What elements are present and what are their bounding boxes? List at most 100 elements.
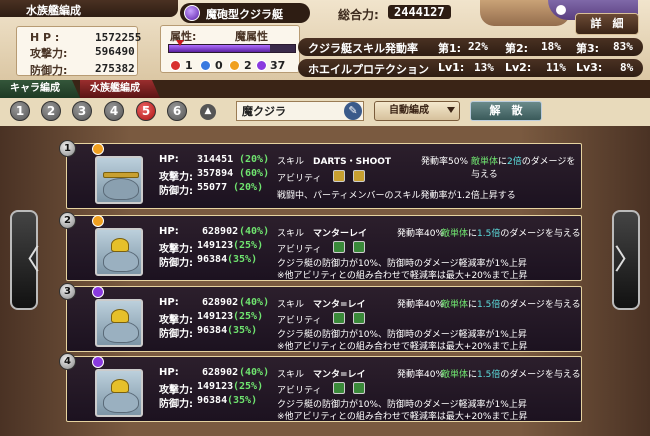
member-card-3[interactable]: 3 HP: 628902 (40%) 攻撃力: 149123 (25%) 防御力… xyxy=(59,283,582,352)
skill-multiplier: 2倍 xyxy=(507,157,522,167)
attribute-orb-icon xyxy=(92,143,104,155)
defense-label: 防御力: xyxy=(159,258,193,269)
member-portrait[interactable] xyxy=(95,369,143,417)
scroll-up-button[interactable]: ▲ xyxy=(200,104,216,120)
hp-label: HP: xyxy=(159,297,179,308)
attack-label: 攻撃力: xyxy=(159,385,193,396)
defense-label: 防御力: xyxy=(30,64,68,77)
protection-lv1-label: Lv1: xyxy=(438,61,465,74)
ship-name: 魔砲型クジラ艇 xyxy=(206,8,283,21)
slot-2-button[interactable]: 2 xyxy=(41,101,61,121)
attack-label: 攻撃力: xyxy=(159,315,193,326)
dismiss-button[interactable]: 解 散 xyxy=(470,101,542,121)
ability-icon[interactable] xyxy=(353,241,365,253)
ability-icon[interactable] xyxy=(333,241,345,253)
member-card-2[interactable]: 2 HP: 628902 (40%) 攻撃力: 149123 (25%) 防御力… xyxy=(59,212,582,281)
total-power-label: 総合力: xyxy=(338,8,379,22)
fleet-name: 魔クジラ xyxy=(242,105,286,118)
skill-connector: に xyxy=(468,300,478,310)
protection-lv1-value: 13% xyxy=(474,61,494,74)
hp-value: 1572255 xyxy=(95,31,142,44)
attribute-orb-icon xyxy=(92,356,104,368)
ability-icon[interactable] xyxy=(353,170,365,182)
attack-value: 149123 xyxy=(197,240,234,251)
skill-effect: のダメージを与える xyxy=(500,370,581,380)
protection-lv3-label: Lv3: xyxy=(576,61,603,74)
detail-button[interactable]: 詳 細 xyxy=(575,13,639,35)
skill-rate: 発動率50% xyxy=(421,157,469,167)
protection-lv3-value: 8% xyxy=(620,61,634,74)
slot-4-button[interactable]: 4 xyxy=(104,101,124,121)
yellow-orb-icon xyxy=(229,60,240,71)
skill-name: マンタ=レイ xyxy=(313,370,366,380)
member-portrait[interactable] xyxy=(95,299,143,347)
skill-effect: のダメージを与える xyxy=(500,229,581,239)
member-card-4[interactable]: 4 HP: 628902 (40%) 攻撃力: 149123 (25%) 防御力… xyxy=(59,353,582,422)
slot-1-button[interactable]: 1 xyxy=(10,101,30,121)
ability-icon[interactable] xyxy=(333,312,345,324)
skill-connector: に xyxy=(468,370,478,380)
hp-label: HP: xyxy=(159,367,179,378)
skill-connector: に xyxy=(498,157,508,167)
slot-6-button[interactable]: 6 xyxy=(167,101,187,121)
hp-label: H P : xyxy=(30,31,60,44)
skill-rate: 発動率40% xyxy=(397,370,445,380)
next-page-button[interactable]: 〉 xyxy=(612,210,642,310)
ability-icon[interactable] xyxy=(333,382,345,394)
blue-orb-count: 0 xyxy=(215,59,223,72)
auto-formation-label: 自動編成 xyxy=(389,105,429,116)
slot-5-button[interactable]: 5 xyxy=(136,101,156,121)
ability-label: アビリティ xyxy=(277,316,322,326)
tab-fleet-formation[interactable]: 水族艦編成 xyxy=(80,80,160,98)
member-number-badge: 1 xyxy=(59,140,76,157)
protection-lv2-value: 11% xyxy=(546,61,566,74)
slot-3-button[interactable]: 3 xyxy=(72,101,92,121)
skill-rate: 発動率40% xyxy=(397,229,445,239)
prev-page-button[interactable]: 〈 xyxy=(10,210,40,310)
ability-icon[interactable] xyxy=(353,382,365,394)
hp-percent: (40%) xyxy=(239,226,270,237)
ability-note: ※他アビリティとの組み合わせで軽減率は最大+20%まで上昇 xyxy=(277,342,528,352)
skill-1-label: 第1: xyxy=(438,42,462,55)
skill-3-label: 第3: xyxy=(576,42,600,55)
member-card-1[interactable]: 1 HP: 314451 (20%) 攻撃力: 357894 (60%) 防御力… xyxy=(59,140,582,209)
tab-character-formation[interactable]: キャラ編成 xyxy=(0,80,80,98)
attribute-orb-icon xyxy=(92,215,104,227)
attack-percent: (25%) xyxy=(233,240,264,251)
defense-label: 防御力: xyxy=(159,329,193,340)
hp-value: 628902 xyxy=(202,367,239,378)
skill-name: マンタ=レイ xyxy=(313,300,366,310)
hp-percent: (20%) xyxy=(239,154,270,165)
defense-value: 96384 xyxy=(197,254,228,265)
attack-percent: (25%) xyxy=(233,381,264,392)
skill-target: 敵単体 xyxy=(441,229,469,239)
skill-rate-label: クジラ艇スキル発動率 xyxy=(308,42,418,55)
member-portrait[interactable] xyxy=(95,156,143,204)
portrait-accent xyxy=(103,172,139,178)
skill-2-label: 第2: xyxy=(505,42,529,55)
ability-icon[interactable] xyxy=(353,312,365,324)
skill-name: DARTS・SHOOT xyxy=(313,157,392,167)
attack-value: 149123 xyxy=(197,311,234,322)
auto-formation-button[interactable]: 自動編成 xyxy=(374,101,460,121)
hp-percent: (40%) xyxy=(239,367,270,378)
hp-label: HP: xyxy=(159,226,179,237)
ability-icon[interactable] xyxy=(333,170,345,182)
defense-label: 防御力: xyxy=(159,186,193,197)
edit-pencil-icon[interactable]: ✎ xyxy=(344,102,362,120)
defense-value: 55077 xyxy=(197,182,228,193)
whale-protection-row: ホエイルプロテクション Lv1: 13% Lv2: 11% Lv3: 8% xyxy=(298,59,643,77)
member-portrait[interactable] xyxy=(95,228,143,276)
skill-description: 敵単体に1.5倍のダメージを与える xyxy=(441,367,581,380)
portrait-hat xyxy=(111,309,129,323)
portrait-body xyxy=(103,250,139,272)
attack-label: 攻撃力: xyxy=(159,172,193,183)
protection-lv2-label: Lv2: xyxy=(505,61,532,74)
defense-value: 96384 xyxy=(197,325,228,336)
skill-1-value: 22% xyxy=(468,40,488,53)
portrait-hat xyxy=(111,238,129,252)
gauge-marker-icon xyxy=(176,40,184,46)
title-bar: 水族艦編成 xyxy=(0,0,178,17)
attack-percent: (60%) xyxy=(239,168,270,179)
skill-target: 敵単体 xyxy=(471,157,499,167)
